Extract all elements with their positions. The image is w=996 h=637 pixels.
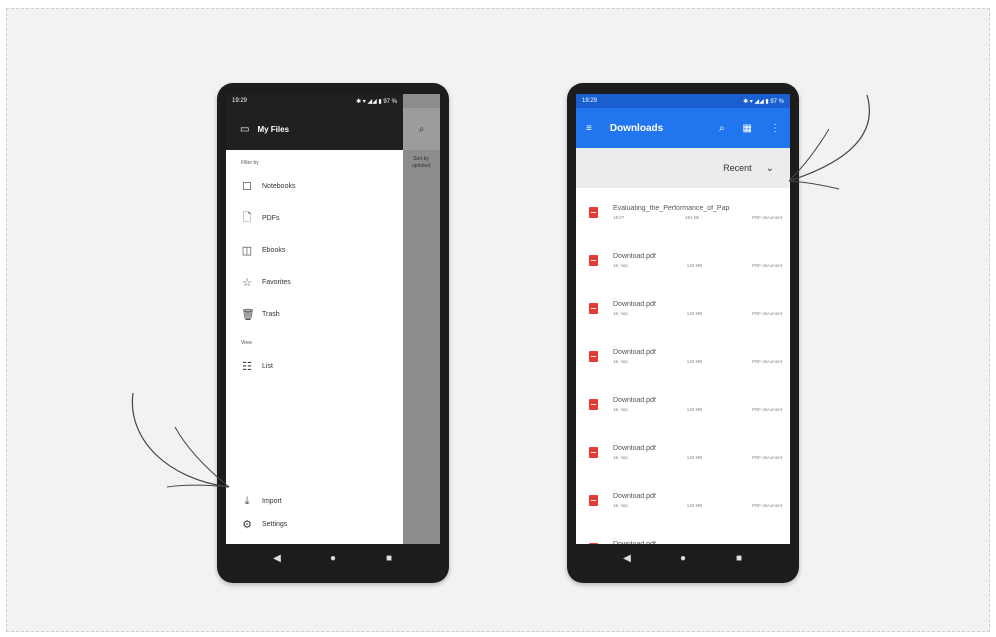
annotation-arrows [131,94,871,488]
arrow-to-file-head-2 [788,180,840,190]
mockup-canvas: ⌕ Sort by updated 19:29 ✱ ▾ ◢◢ ▮ 97 % ▭ … [6,8,990,632]
arrow-to-import [131,392,230,488]
arrow-to-import-head-1 [174,426,230,488]
